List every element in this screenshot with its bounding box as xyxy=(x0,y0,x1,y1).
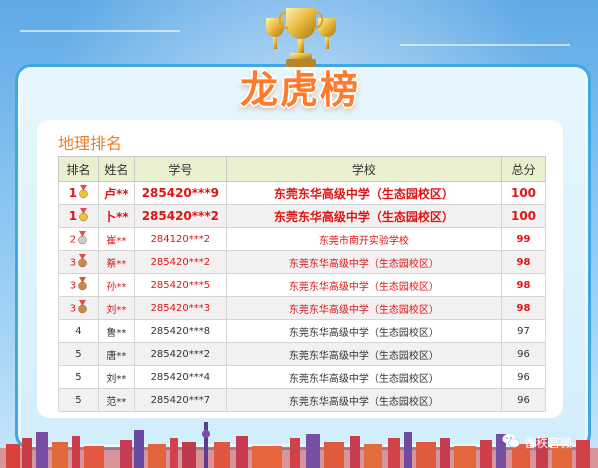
medal-icon xyxy=(79,184,88,202)
score-cell: 96 xyxy=(501,365,546,389)
wechat-watermark: 香秩官微 xyxy=(502,432,594,452)
rank-cell: 3 xyxy=(58,296,99,320)
medal-icon xyxy=(78,230,87,248)
medal-icon xyxy=(79,207,88,225)
medal-icon xyxy=(78,253,87,271)
table-row: 1 卜** 285420***2 东莞东华高级中学（生态园校区） 100 xyxy=(58,204,546,228)
score-cell: 98 xyxy=(501,250,546,274)
student-id-cell: 285420***8 xyxy=(133,319,227,343)
rank-value: 4 xyxy=(75,325,82,337)
rank-cell: 4 xyxy=(58,319,99,343)
school-cell: 东莞东华高级中学（生态园校区） xyxy=(225,204,503,228)
rank-cell: 1 xyxy=(58,181,99,205)
student-id-cell: 285420***4 xyxy=(133,365,227,389)
rank-cell: 5 xyxy=(58,365,99,389)
wechat-watermark-text: 香秩官微 xyxy=(524,435,573,450)
name-cell: 卜** xyxy=(97,204,135,228)
name-cell: 唐** xyxy=(97,342,135,366)
school-cell: 东莞市南开实验学校 xyxy=(225,227,503,251)
table-row: 3 孙** 285420***5 东莞东华高级中学（生态园校区） 98 xyxy=(58,273,546,297)
rank-cell: 3 xyxy=(58,250,99,274)
name-cell: 鲁** xyxy=(97,319,135,343)
table-row: 4 鲁** 285420***8 东莞东华高级中学（生态园校区） 97 xyxy=(58,319,546,343)
score-cell: 100 xyxy=(501,181,546,205)
table-header-row: 排名 姓名 学号 学校 总分 xyxy=(58,156,546,182)
medal-icon xyxy=(78,276,87,294)
name-cell: 孙** xyxy=(97,273,135,297)
rank-value: 1 xyxy=(68,208,78,223)
rank-cell: 5 xyxy=(58,342,99,366)
header-rank: 排名 xyxy=(58,156,99,182)
header-score: 总分 xyxy=(501,156,546,182)
name-cell: 卢** xyxy=(97,181,135,205)
medal-icon xyxy=(78,299,87,317)
banner-title-text: 龙虎榜 xyxy=(239,68,360,112)
student-id-cell: 285420***5 xyxy=(133,273,227,297)
score-cell: 100 xyxy=(501,204,546,228)
rank-value: 3 xyxy=(69,303,77,314)
header-name: 姓名 xyxy=(97,156,135,182)
table-row: 5 唐** 285420***2 东莞东华高级中学（生态园校区） 96 xyxy=(58,342,546,366)
rank-cell: 2 xyxy=(58,227,99,251)
section-title: 地理排名 xyxy=(58,134,123,153)
school-cell: 东莞东华高级中学（生态园校区） xyxy=(225,273,503,297)
header-id: 学号 xyxy=(133,156,227,182)
student-id-cell: 285420***2 xyxy=(133,250,227,274)
rank-cell: 3 xyxy=(58,273,99,297)
score-cell: 98 xyxy=(501,273,546,297)
header-school: 学校 xyxy=(225,156,503,182)
rank-value: 3 xyxy=(69,280,77,291)
rank-value: 3 xyxy=(69,257,77,268)
school-cell: 东莞东华高级中学（生态园校区） xyxy=(225,342,503,366)
rank-value: 5 xyxy=(75,371,82,383)
student-id-cell: 285420***2 xyxy=(133,204,227,228)
student-id-cell: 285420***3 xyxy=(133,296,227,320)
name-cell: 崔** xyxy=(97,227,135,251)
student-id-cell: 284120***2 xyxy=(133,227,227,251)
decor-stripe xyxy=(400,44,570,46)
score-cell: 99 xyxy=(501,227,546,251)
banner-title: 龙虎榜 xyxy=(215,62,385,118)
table-row: 3 刘** 285420***3 东莞东华高级中学（生态园校区） 98 xyxy=(58,296,546,320)
rank-cell: 1 xyxy=(58,204,99,228)
table-row: 5 刘** 285420***4 东莞东华高级中学（生态园校区） 96 xyxy=(58,365,546,389)
school-cell: 东莞东华高级中学（生态园校区） xyxy=(225,181,503,205)
score-cell: 98 xyxy=(501,296,546,320)
score-cell: 97 xyxy=(501,319,546,343)
student-id-cell: 285420***9 xyxy=(133,181,227,205)
table-body: 1 卢** 285420***9 东莞东华高级中学（生态园校区） 100 1 卜** 2854… xyxy=(58,181,546,412)
school-cell: 东莞东华高级中学（生态园校区） xyxy=(225,296,503,320)
school-cell: 东莞东华高级中学（生态园校区） xyxy=(225,250,503,274)
rank-value: 5 xyxy=(75,348,82,360)
decor-stripe xyxy=(20,30,180,32)
name-cell: 蔡** xyxy=(97,250,135,274)
table-row: 2 崔** 284120***2 东莞市南开实验学校 99 xyxy=(58,227,546,251)
name-cell: 刘** xyxy=(97,296,135,320)
rank-value: 5 xyxy=(75,394,82,406)
rank-value: 2 xyxy=(69,234,77,245)
student-id-cell: 285420***2 xyxy=(133,342,227,366)
name-cell: 刘** xyxy=(97,365,135,389)
rank-value: 1 xyxy=(68,185,78,200)
ranking-table: 排名 姓名 学号 学校 总分 1 卢** 285420***9 东莞东华高级中学（生态… xyxy=(58,156,546,412)
score-cell: 96 xyxy=(501,342,546,366)
table-row: 1 卢** 285420***9 东莞东华高级中学（生态园校区） 100 xyxy=(58,181,546,205)
school-cell: 东莞东华高级中学（生态园校区） xyxy=(225,365,503,389)
school-cell: 东莞东华高级中学（生态园校区） xyxy=(225,319,503,343)
table-row: 3 蔡** 285420***2 东莞东华高级中学（生态园校区） 98 xyxy=(58,250,546,274)
wechat-icon xyxy=(502,433,520,452)
